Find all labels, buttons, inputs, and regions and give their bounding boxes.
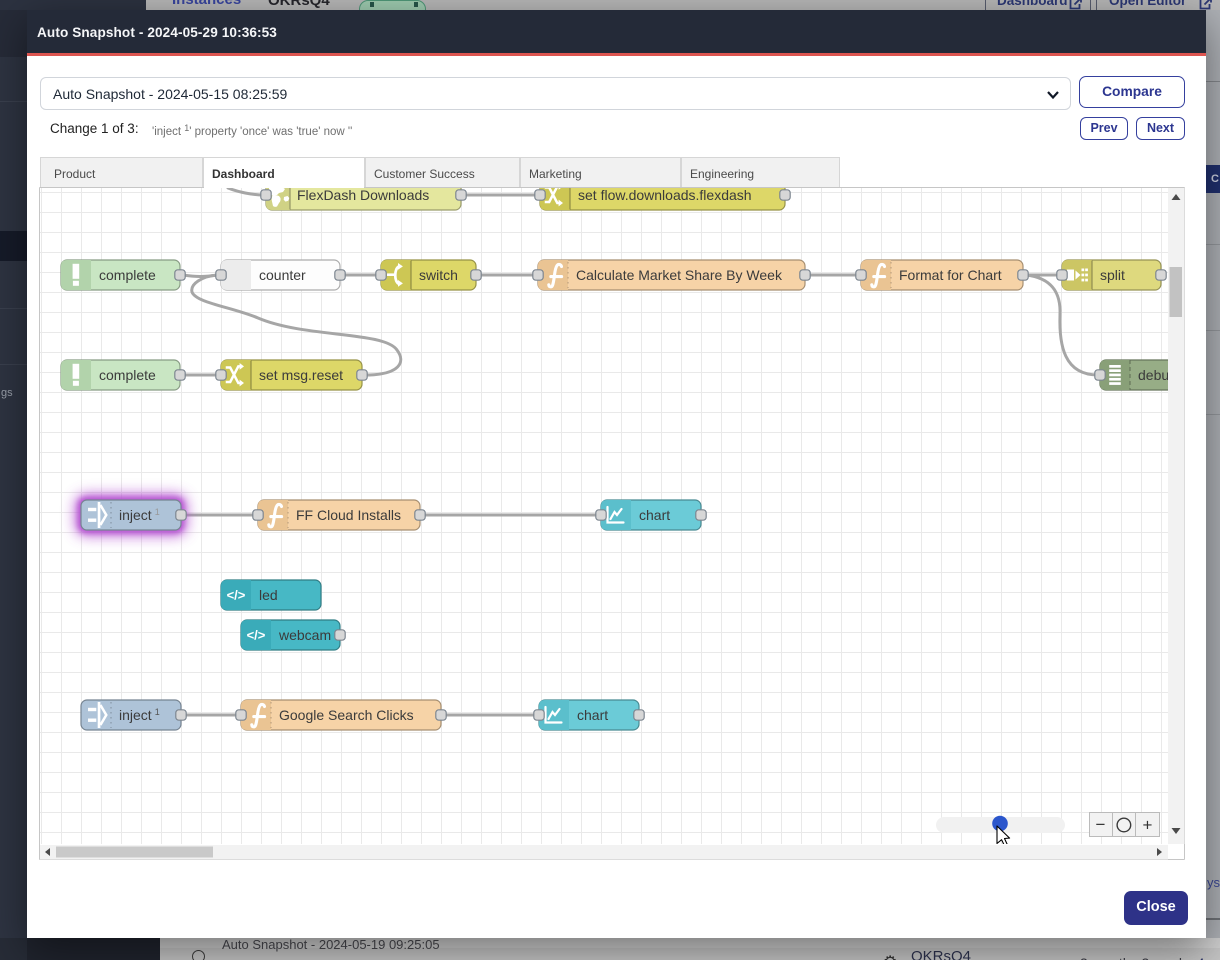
svg-text:Format for Chart: Format for Chart bbox=[899, 267, 1002, 283]
svg-text:switch: switch bbox=[419, 267, 458, 283]
svg-text:complete: complete bbox=[99, 367, 156, 383]
svg-text:led: led bbox=[259, 587, 278, 603]
svg-text:split: split bbox=[1100, 267, 1125, 283]
svg-text:</>: </> bbox=[247, 628, 266, 643]
svg-text:</>: </> bbox=[227, 588, 246, 603]
svg-text:chart: chart bbox=[577, 707, 608, 723]
svg-text:+: + bbox=[1143, 816, 1153, 835]
svg-text:Google Search Clicks: Google Search Clicks bbox=[279, 707, 414, 723]
svg-text:Calculate Market Share By Week: Calculate Market Share By Week bbox=[576, 267, 783, 283]
svg-text:chart: chart bbox=[639, 507, 670, 523]
svg-text:FF Cloud Installs: FF Cloud Installs bbox=[296, 507, 401, 523]
svg-text:counter: counter bbox=[259, 267, 306, 283]
svg-text:FlexDash Downloads: FlexDash Downloads bbox=[297, 187, 429, 203]
svg-text:complete: complete bbox=[99, 267, 156, 283]
svg-text:set flow.downloads.flexdash: set flow.downloads.flexdash bbox=[578, 187, 752, 203]
svg-text:set msg.reset: set msg.reset bbox=[259, 367, 343, 383]
svg-text:−: − bbox=[1096, 815, 1106, 834]
svg-text:webcam: webcam bbox=[278, 627, 331, 643]
